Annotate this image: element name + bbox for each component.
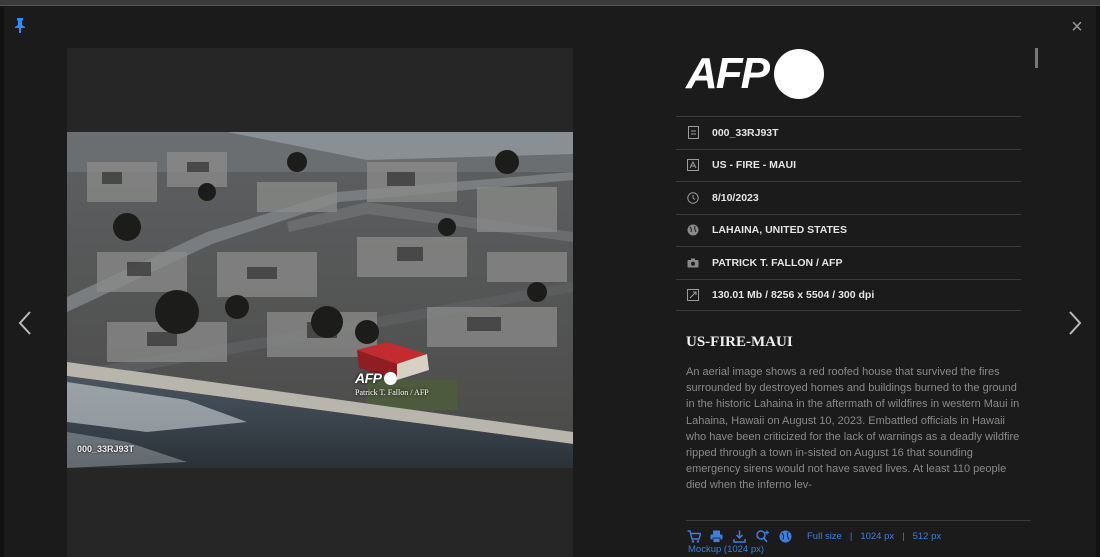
size-1024-link[interactable]: 1024 px xyxy=(860,531,894,542)
next-arrow-icon[interactable] xyxy=(1062,306,1086,340)
pin-icon[interactable] xyxy=(14,17,30,35)
photo-id-value: 000_33RJ93T xyxy=(712,126,779,139)
watermark-credit: Patrick T. Fallon / AFP xyxy=(355,388,429,397)
afp-logo-text: AFP xyxy=(686,49,770,98)
globe-icon xyxy=(686,223,700,237)
mockup-link[interactable]: Mockup (1024 px) xyxy=(688,544,1031,555)
photo-watermark: AFP Patrick T. Fallon / AFP xyxy=(355,370,429,397)
photo-info-panel: AFP 000_33RJ93T US - FIRE - MAUI 8/10/20… xyxy=(676,46,1038,557)
resize-icon xyxy=(686,288,700,302)
download-icon[interactable] xyxy=(732,530,747,544)
story-body: An aerial image shows a red roofed house… xyxy=(686,366,1020,492)
watermark-logo-text: AFP xyxy=(355,370,382,386)
cart-icon[interactable] xyxy=(686,530,701,544)
metadata-row-photographer: PATRICK T. FALLON / AFP xyxy=(676,246,1021,279)
action-bar: Full size | 1024 px | 512 px Mockup (102… xyxy=(686,520,1031,555)
watermark-logo-dot xyxy=(383,371,397,385)
text-icon xyxy=(686,158,700,172)
size-512-link[interactable]: 512 px xyxy=(913,531,942,542)
separator: | xyxy=(902,531,905,542)
metadata-list: 000_33RJ93T US - FIRE - MAUI 8/10/2023 L… xyxy=(676,116,1021,311)
previous-arrow-icon[interactable] xyxy=(14,306,38,340)
afp-logo-dot xyxy=(774,49,824,99)
camera-icon xyxy=(686,256,700,270)
action-line-main: Full size | 1024 px | 512 px xyxy=(686,529,1031,544)
watermark-logo: AFP xyxy=(355,370,429,386)
headline-value: US - FIRE - MAUI xyxy=(712,159,796,172)
photo-detail-modal: × 000_33RJ93T AFP Patrick T. Fallon / AF… xyxy=(4,6,1096,557)
metadata-row-headline: US - FIRE - MAUI xyxy=(676,148,1021,182)
clock-icon xyxy=(686,191,700,205)
metadata-row-date: 8/10/2023 xyxy=(676,181,1021,214)
metadata-row-filesize: 130.01 Mb / 8256 x 5504 / 300 dpi xyxy=(676,278,1021,311)
close-icon[interactable]: × xyxy=(1068,17,1086,37)
date-value: 8/10/2023 xyxy=(712,191,759,204)
location-value: LAHAINA, UNITED STATES xyxy=(712,224,847,237)
scrollbar-thumb[interactable] xyxy=(1035,48,1038,68)
image-viewer: 000_33RJ93T AFP Patrick T. Fallon / AFP xyxy=(67,48,573,557)
filesize-value: 130.01 Mb / 8256 x 5504 / 300 dpi xyxy=(712,288,875,301)
globe-icon[interactable] xyxy=(778,530,793,544)
afp-logo: AFP xyxy=(686,46,824,102)
print-icon[interactable] xyxy=(709,530,724,544)
aerial-photo[interactable]: 000_33RJ93T AFP Patrick T. Fallon / AFP xyxy=(67,132,573,468)
photo-id-caption: 000_33RJ93T xyxy=(77,444,135,454)
file-icon xyxy=(686,126,700,140)
metadata-row-location: LAHAINA, UNITED STATES xyxy=(676,213,1021,247)
photographer-value: PATRICK T. FALLON / AFP xyxy=(712,256,843,269)
zoom-in-icon[interactable] xyxy=(755,530,770,544)
metadata-row-id: 000_33RJ93T xyxy=(676,116,1021,149)
separator: | xyxy=(849,531,853,542)
full-size-link[interactable]: Full size xyxy=(807,531,842,542)
story-title: US-FIRE-MAUI xyxy=(686,334,793,350)
